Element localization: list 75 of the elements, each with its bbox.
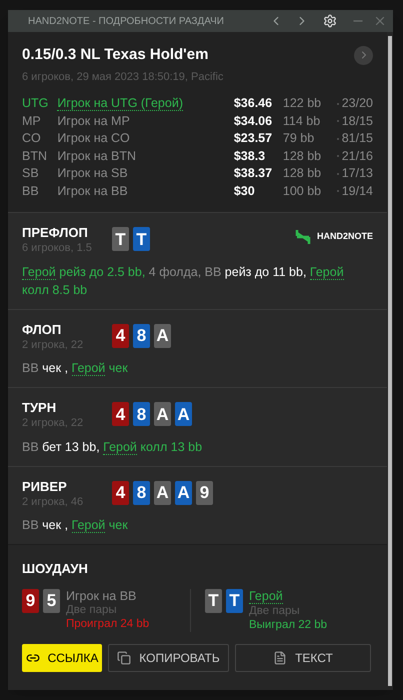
seat-position: BTN bbox=[22, 148, 48, 165]
player-stats: 19/14 bbox=[342, 182, 373, 200]
stack-bb: 79 bb bbox=[282, 130, 316, 148]
seat-position: UTG bbox=[22, 95, 50, 112]
playing-card: T bbox=[133, 227, 150, 251]
copy-icon bbox=[117, 650, 132, 664]
playing-card: 4 bbox=[112, 324, 129, 348]
street-title: ТУРН bbox=[22, 400, 58, 415]
seat-position: BB bbox=[22, 182, 40, 200]
player-name: Игрок на SB bbox=[57, 165, 129, 182]
text-button[interactable]: ТЕКСТ bbox=[235, 644, 371, 672]
stack-bb: 114 bb bbox=[282, 112, 322, 130]
playing-card: 8 bbox=[133, 324, 150, 348]
action-line: BB бет 13 bb, Герой колл 13 bb bbox=[22, 438, 204, 456]
action-line: BB чек , Герой чек bbox=[22, 517, 129, 534]
playing-card: 8 bbox=[133, 480, 150, 504]
stack-amount: $38.3 bbox=[234, 148, 266, 165]
player-name: Игрок на MP bbox=[57, 112, 131, 130]
window-title: HAND2NOTE - ПОДРОБНОСТИ РАЗДАЧИ bbox=[28, 14, 225, 28]
stack-amount: $30 bbox=[234, 182, 256, 200]
playing-card: A bbox=[175, 402, 192, 426]
stack-amount: $23.57 bbox=[234, 130, 274, 148]
game-title: 0.15/0.3 NL Texas Hold'em bbox=[22, 45, 208, 65]
player-name: Игрок на CO bbox=[57, 130, 131, 148]
playing-card: 4 bbox=[112, 402, 129, 426]
stack-bb: 122 bb bbox=[282, 95, 322, 112]
link-button[interactable]: ССЫЛКА bbox=[22, 644, 102, 672]
result-amount: Проиграл 24 bb bbox=[66, 616, 150, 630]
playing-card: T bbox=[205, 588, 222, 612]
street-title: ПРЕФЛОП bbox=[22, 225, 89, 240]
action-line: Герой рейз до 2.5 bb, 4 фолда, BB рейз до 11 bb, Герой колл 8.5 bb bbox=[22, 264, 345, 298]
stack-bb: 128 bb bbox=[282, 165, 322, 182]
playing-card: 8 bbox=[133, 402, 150, 426]
stack-bb: 128 bb bbox=[282, 148, 322, 165]
player-name: Игрок на BB bbox=[57, 182, 129, 200]
showdown-title: ШОУДАУН bbox=[22, 560, 89, 578]
player-name[interactable]: Герой bbox=[249, 588, 283, 604]
player-stats: 23/20 bbox=[342, 95, 373, 112]
street-title: ФЛОП bbox=[22, 322, 62, 336]
copy-button[interactable]: КОПИРОВАТЬ bbox=[108, 644, 229, 672]
playing-card: A bbox=[154, 324, 171, 348]
playing-card: T bbox=[112, 227, 129, 251]
next-button[interactable] bbox=[354, 46, 373, 65]
logo-icon bbox=[294, 229, 311, 245]
player-stats: 21/16 bbox=[342, 148, 373, 165]
playing-card: T bbox=[226, 588, 243, 612]
street-title: РИВЕР bbox=[22, 478, 68, 494]
hand-info: 6 игроков, 29 мая 2023 18:50:19, Pacific bbox=[22, 70, 224, 84]
player-stats: 18/15 bbox=[342, 112, 373, 130]
settings-icon[interactable] bbox=[323, 14, 337, 28]
stack-amount: $38.37 bbox=[234, 165, 274, 182]
stack-amount: $36.46 bbox=[234, 95, 274, 112]
seat-position: MP bbox=[22, 112, 42, 130]
player-name: Игрок на BTN bbox=[57, 148, 138, 165]
action-line: BB чек , Герой чек bbox=[22, 360, 129, 377]
seat-position: CO bbox=[22, 130, 42, 148]
playing-card: 5 bbox=[43, 588, 60, 612]
playing-card: A bbox=[154, 480, 171, 504]
logo-text: HAND2NOTE bbox=[316, 230, 373, 244]
stack-bb: 100 bb bbox=[282, 182, 322, 200]
playing-card: 9 bbox=[22, 588, 39, 612]
scrollbar[interactable] bbox=[388, 36, 392, 686]
player-name: Игрок на BB bbox=[66, 588, 138, 602]
close-icon[interactable] bbox=[373, 14, 387, 28]
playing-card: 4 bbox=[112, 480, 129, 504]
playing-card: A bbox=[175, 480, 192, 504]
seat-position: SB bbox=[22, 165, 40, 182]
stack-amount: $34.06 bbox=[234, 112, 274, 130]
player-stats: 17/13 bbox=[342, 165, 373, 182]
playing-card: A bbox=[154, 402, 171, 426]
player-stats: 81/15 bbox=[342, 130, 373, 148]
document-icon bbox=[273, 650, 288, 664]
player-name[interactable]: Игрок на UTG (Герой) bbox=[57, 94, 234, 114]
playing-card: 9 bbox=[196, 480, 213, 504]
result-amount: Выиграл 22 bb bbox=[249, 618, 328, 632]
